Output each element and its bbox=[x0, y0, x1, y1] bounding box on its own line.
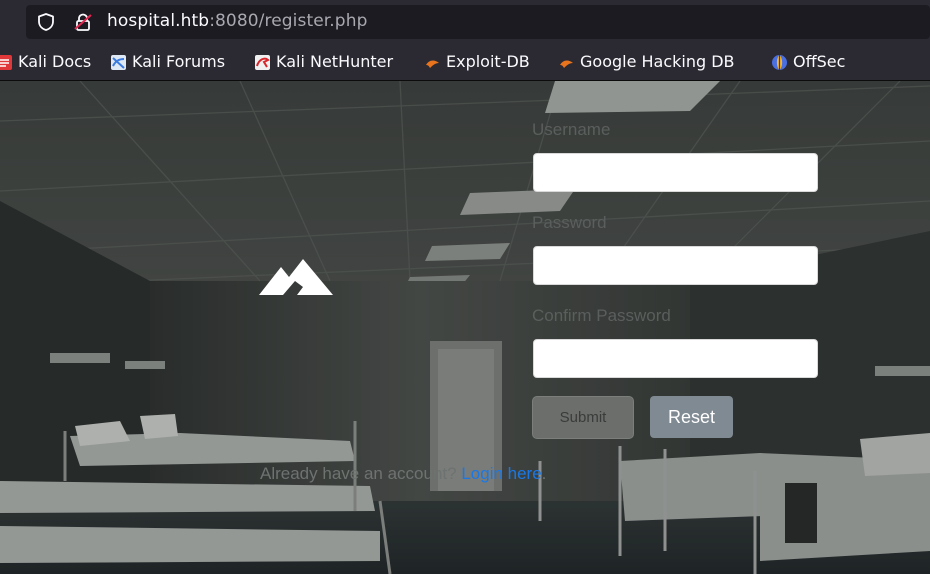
bookmarks-bar: Kali Docs Kali Forums Kali NetHunter Exp… bbox=[0, 44, 930, 81]
bookmark-google-hacking-db[interactable]: Google Hacking DB bbox=[558, 52, 735, 72]
login-suffix: . bbox=[541, 464, 547, 483]
reset-button[interactable]: Reset bbox=[650, 396, 733, 438]
bookmark-kali-nethunter[interactable]: Kali NetHunter bbox=[254, 52, 393, 72]
offsec-icon bbox=[772, 54, 787, 70]
account-text: Already have an account? bbox=[260, 464, 457, 483]
bookmark-kali-forums[interactable]: Kali Forums bbox=[110, 52, 225, 72]
kali-nethunter-icon bbox=[255, 54, 270, 70]
bookmark-kali-docs[interactable]: Kali Docs bbox=[0, 52, 91, 72]
bookmark-exploit-db[interactable]: Exploit-DB bbox=[424, 52, 530, 72]
register-page: Username Password Confirm Password Submi… bbox=[0, 81, 930, 574]
password-label: Password bbox=[532, 213, 607, 232]
browser-url-bar: hospital.htb:8080/register.php bbox=[0, 0, 930, 44]
shield-icon[interactable] bbox=[36, 12, 56, 32]
exploit-db-icon bbox=[426, 60, 439, 68]
login-prompt: Already have an account? Login here. bbox=[260, 464, 546, 484]
bookmark-label: Kali NetHunter bbox=[276, 52, 394, 71]
url-path: :8080/register.php bbox=[209, 11, 368, 31]
bookmark-label: Exploit-DB bbox=[446, 52, 530, 71]
bookmark-label: Kali Docs bbox=[18, 52, 92, 71]
bookmark-offsec[interactable]: OffSec bbox=[771, 52, 845, 72]
lock-icon[interactable] bbox=[73, 12, 93, 32]
username-label: Username bbox=[532, 120, 611, 139]
username-input[interactable] bbox=[533, 153, 818, 192]
password-input[interactable] bbox=[533, 246, 818, 285]
kali-forums-icon bbox=[111, 54, 126, 70]
google-hacking-db-icon bbox=[560, 60, 573, 68]
bookmark-label: OffSec bbox=[793, 52, 846, 71]
login-link[interactable]: Login here bbox=[461, 464, 541, 483]
mountain-logo-icon bbox=[259, 259, 333, 295]
kali-docs-icon bbox=[0, 54, 12, 70]
confirm-password-input[interactable] bbox=[533, 339, 818, 378]
url-host: hospital.htb bbox=[107, 11, 210, 31]
submit-button[interactable]: Submit bbox=[532, 396, 634, 439]
url-text[interactable]: hospital.htb:8080/register.php bbox=[107, 11, 367, 31]
bookmark-label: Kali Forums bbox=[132, 52, 226, 71]
confirm-password-label: Confirm Password bbox=[532, 306, 671, 325]
bookmark-label: Google Hacking DB bbox=[580, 52, 735, 71]
